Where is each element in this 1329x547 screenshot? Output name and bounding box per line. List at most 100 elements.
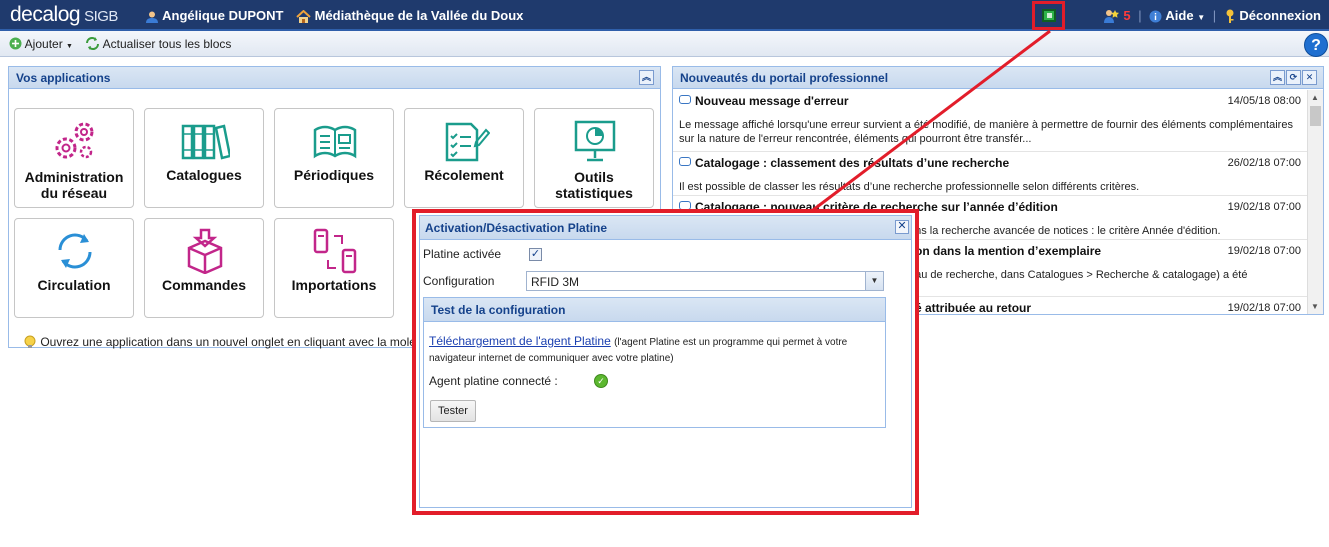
- download-block: Téléchargement de l'agent Platine (l'age…: [429, 334, 869, 366]
- notifications-count[interactable]: 5: [1123, 8, 1130, 23]
- tile-catalogues[interactable]: Catalogues: [144, 108, 264, 208]
- close-icon[interactable]: ✕: [1302, 70, 1317, 85]
- platine-active-label: Platine activée: [423, 247, 502, 261]
- download-agent-link[interactable]: Téléchargement de l'agent Platine: [429, 334, 611, 348]
- tile-label: Catalogues: [166, 167, 242, 183]
- news-desc: Il est possible de classer les résultats…: [679, 181, 1140, 193]
- news-scrollbar[interactable]: ▲ ▼: [1307, 90, 1323, 314]
- configuration-select[interactable]: RFID 3M ▼: [526, 271, 884, 291]
- platine-dialog: Activation/Désactivation Platine ✕ Plati…: [419, 215, 912, 508]
- scroll-up-icon[interactable]: ▲: [1311, 93, 1319, 102]
- books-icon: [181, 124, 230, 160]
- tile-periodiques[interactable]: Périodiques: [274, 108, 394, 208]
- dialog-header: Activation/Désactivation Platine ✕: [420, 216, 911, 240]
- news-title: Catalogage : classement des résultats d’…: [679, 156, 1301, 170]
- transfer-icon: [313, 228, 357, 274]
- platine-button[interactable]: [1032, 1, 1065, 30]
- news-date: 19/02/18 07:00: [1227, 201, 1301, 213]
- agent-status-label: Agent platine connecté :: [429, 374, 558, 388]
- news-panel-header: Nouveautés du portail professionnel ︽ ⟳ …: [673, 67, 1323, 89]
- dialog-title: Activation/Désactivation Platine: [425, 221, 608, 235]
- separator: |: [1212, 8, 1217, 23]
- news-date: 19/02/18 07:00: [1227, 302, 1301, 314]
- comment-icon: [679, 95, 691, 104]
- tile-importations[interactable]: Importations: [274, 218, 394, 318]
- refresh-all-button[interactable]: Actualiser tous les blocs: [85, 37, 231, 51]
- add-icon: [9, 37, 22, 50]
- news-title: Nouveau message d'erreur: [679, 94, 1301, 108]
- hint-text: Ouvrez une application dans un nouvel on…: [23, 335, 419, 349]
- chevron-down-icon: ▼: [1197, 13, 1206, 22]
- tile-commandes[interactable]: Commandes: [144, 218, 264, 318]
- panel-title: Nouveautés du portail professionnel: [680, 71, 889, 85]
- chevron-down-icon[interactable]: ▼: [865, 272, 883, 290]
- platine-active-checkbox[interactable]: ✓: [529, 248, 542, 261]
- tile-label: Périodiques: [293, 167, 375, 183]
- collapse-icon[interactable]: ︽: [1270, 70, 1285, 85]
- current-user[interactable]: Angélique DUPONT: [145, 8, 283, 24]
- hint-label: Ouvrez une application dans un nouvel on…: [40, 335, 420, 349]
- logo-sigb: SIGB: [84, 8, 118, 25]
- tile-label: Administration du réseau: [24, 169, 124, 201]
- scroll-thumb[interactable]: [1310, 106, 1321, 126]
- tile-label: Récolement: [424, 167, 504, 183]
- close-icon[interactable]: ✕: [895, 220, 909, 234]
- help-menu[interactable]: Aide: [1165, 8, 1193, 23]
- key-icon: [1226, 9, 1234, 24]
- configuration-label: Configuration: [423, 274, 495, 288]
- add-button[interactable]: Ajouter ▼: [9, 37, 73, 51]
- add-label: Ajouter: [24, 37, 63, 51]
- top-bar: decalog SIGB Angélique DUPONT Médiathèque…: [0, 0, 1329, 31]
- box-icon: [187, 228, 223, 274]
- panel-title: Vos applications: [16, 71, 111, 85]
- refresh-icon[interactable]: ⟳: [1286, 70, 1301, 85]
- user-name: Angélique DUPONT: [162, 8, 284, 23]
- chevron-down-icon: ▼: [66, 43, 73, 50]
- refresh-arrows-icon: [58, 233, 92, 269]
- news-date: 19/02/18 07:00: [1227, 245, 1301, 257]
- logo-text: decalog: [10, 3, 81, 26]
- tile-statistiques[interactable]: Outils statistiques: [534, 108, 654, 208]
- refresh-icon: [86, 37, 99, 51]
- refresh-label: Actualiser tous les blocs: [102, 37, 232, 51]
- scroll-down-icon[interactable]: ▼: [1311, 302, 1319, 311]
- comment-icon: [679, 157, 691, 166]
- collapse-icon[interactable]: ︽: [639, 70, 654, 85]
- test-button[interactable]: Tester: [430, 400, 476, 422]
- tile-recolement[interactable]: Récolement: [404, 108, 524, 208]
- library-name: Médiathèque de la Vallée du Doux: [314, 8, 524, 23]
- check-circle-icon: ✓: [594, 374, 608, 388]
- user-icon: [146, 11, 158, 23]
- tile-label: Importations: [291, 277, 377, 293]
- tile-label: Outils statistiques: [555, 169, 633, 201]
- info-icon: [1149, 10, 1162, 23]
- test-configuration-section: Test de la configuration Téléchargement …: [423, 297, 886, 428]
- chart-board-icon: [574, 120, 616, 162]
- lightbulb-icon: [24, 335, 36, 348]
- tile-label: Circulation: [37, 277, 111, 293]
- gears-icon: [55, 122, 94, 159]
- separator: |: [1138, 8, 1142, 23]
- platine-dialog-highlight: Activation/Désactivation Platine ✕ Plati…: [412, 209, 919, 515]
- notifications-icon[interactable]: [1103, 9, 1120, 24]
- tile-circulation[interactable]: Circulation: [14, 218, 134, 318]
- help-button[interactable]: ?: [1304, 33, 1328, 57]
- tile-administration[interactable]: Administration du réseau: [14, 108, 134, 208]
- logout-link[interactable]: Déconnexion: [1239, 8, 1321, 23]
- news-item[interactable]: Nouveau message d'erreur 14/05/18 08:00 …: [673, 90, 1307, 152]
- current-library[interactable]: Médiathèque de la Vallée du Doux: [296, 8, 523, 24]
- news-desc: Le message affiché lorsqu'une erreur sur…: [679, 119, 1293, 145]
- top-right-menu: 5 | Aide ▼ | Déconnexion: [1103, 8, 1321, 24]
- decalog-logo[interactable]: decalog SIGB: [10, 3, 118, 27]
- news-date: 26/02/18 07:00: [1227, 157, 1301, 169]
- news-date: 14/05/18 08:00: [1227, 95, 1301, 107]
- applications-panel-header: Vos applications ︽: [9, 67, 660, 89]
- test-section-title: Test de la configuration: [424, 298, 885, 322]
- newspaper-icon: [313, 125, 357, 159]
- tile-label: Commandes: [161, 277, 247, 293]
- news-item[interactable]: Catalogage : classement des résultats d’…: [673, 152, 1307, 196]
- checklist-icon: [445, 122, 490, 162]
- home-icon: [296, 9, 311, 23]
- configuration-value: RFID 3M: [531, 275, 579, 289]
- toolbar: Ajouter ▼ Actualiser tous les blocs: [0, 31, 1329, 57]
